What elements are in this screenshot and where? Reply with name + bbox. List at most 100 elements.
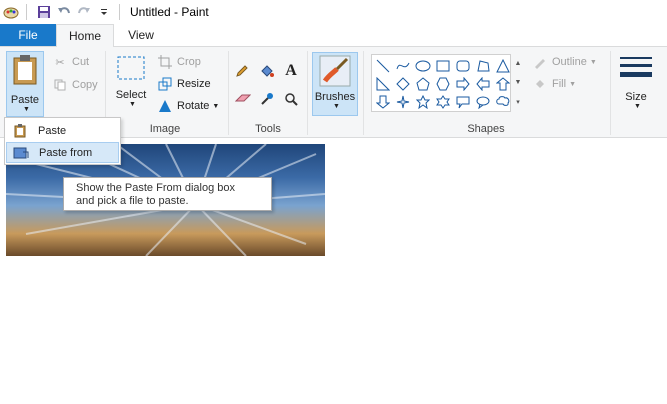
six-point-star-shape[interactable] bbox=[434, 93, 452, 111]
resize-label: Resize bbox=[177, 78, 211, 90]
oval-shape[interactable] bbox=[414, 57, 432, 75]
polygon-shape[interactable] bbox=[474, 57, 492, 75]
rounded-rectangle-shape[interactable] bbox=[454, 57, 472, 75]
tab-file[interactable]: File bbox=[0, 24, 56, 46]
paste-label: Paste bbox=[10, 94, 40, 106]
more-shapes-icon[interactable]: ▾ bbox=[516, 98, 520, 106]
copy-button[interactable]: Copy bbox=[52, 75, 98, 95]
window-title: Untitled - Paint bbox=[130, 5, 209, 19]
brushes-button[interactable]: Brushes ▼ bbox=[312, 52, 358, 116]
rectangle-shape[interactable] bbox=[434, 57, 452, 75]
image-group-label: Image bbox=[149, 123, 181, 135]
quick-access-toolbar bbox=[0, 0, 126, 24]
right-arrow-shape[interactable] bbox=[454, 75, 472, 93]
save-icon[interactable] bbox=[35, 3, 53, 21]
shapes-group-label: Shapes bbox=[467, 123, 505, 135]
diamond-shape[interactable] bbox=[394, 75, 412, 93]
five-point-star-shape[interactable] bbox=[414, 93, 432, 111]
text-tool[interactable]: A bbox=[283, 61, 303, 81]
paste-from-tooltip: Show the Paste From dialog box and pick … bbox=[63, 177, 272, 211]
ribbon-tabs: File Home View bbox=[0, 24, 667, 47]
eyedropper-icon bbox=[259, 91, 275, 107]
chevron-down-icon: ▼ bbox=[212, 102, 220, 110]
group-separator bbox=[610, 51, 611, 135]
select-icon bbox=[117, 56, 145, 80]
up-arrow-shape[interactable] bbox=[494, 75, 512, 93]
menu-item-paste-from[interactable]: Paste from bbox=[6, 142, 119, 163]
cut-button[interactable]: ✂ Cut bbox=[52, 52, 89, 72]
outline-button[interactable]: Outline ▼ bbox=[532, 52, 597, 72]
tooltip-line-2: and pick a file to paste. bbox=[76, 195, 189, 207]
clipboard-icon bbox=[13, 55, 37, 85]
color-picker-tool[interactable] bbox=[259, 89, 279, 109]
menu-item-paste[interactable]: Paste bbox=[6, 120, 119, 141]
cut-label: Cut bbox=[72, 56, 90, 68]
paste-button[interactable]: Paste ▼ bbox=[6, 51, 44, 117]
rectangular-callout-shape[interactable] bbox=[454, 93, 472, 111]
redo-icon[interactable] bbox=[75, 3, 93, 21]
line-width-icon bbox=[620, 57, 652, 77]
customize-quick-access-icon[interactable] bbox=[95, 3, 113, 21]
chevron-down-icon: ▼ bbox=[569, 80, 576, 88]
eraser-tool[interactable] bbox=[235, 89, 255, 109]
tooltip-line-1: Show the Paste From dialog box bbox=[76, 182, 235, 194]
curve-shape[interactable] bbox=[394, 57, 412, 75]
tab-view[interactable]: View bbox=[116, 24, 166, 46]
scissors-icon: ✂ bbox=[55, 56, 65, 69]
group-separator bbox=[363, 51, 364, 135]
scroll-down-icon[interactable]: ▼ bbox=[515, 79, 522, 86]
outline-icon bbox=[532, 54, 548, 70]
text-icon: A bbox=[285, 62, 297, 79]
copy-label: Copy bbox=[72, 79, 98, 91]
resize-icon bbox=[157, 76, 173, 92]
rotate-icon bbox=[157, 98, 173, 114]
oval-callout-shape[interactable] bbox=[474, 93, 492, 111]
paste-from-icon bbox=[13, 145, 29, 161]
fill-button[interactable]: Fill ▼ bbox=[532, 74, 576, 94]
chevron-down-icon: ▼ bbox=[634, 103, 641, 110]
resize-button[interactable]: Resize bbox=[157, 74, 211, 94]
chevron-down-icon: ▼ bbox=[129, 101, 136, 108]
fill-icon bbox=[532, 76, 548, 92]
crop-label: Crop bbox=[177, 56, 201, 68]
separator bbox=[26, 4, 27, 20]
pencil-icon bbox=[235, 63, 249, 79]
tools-group-label: Tools bbox=[255, 123, 281, 135]
magnifier-tool[interactable] bbox=[283, 89, 303, 109]
eraser-icon bbox=[235, 91, 251, 107]
four-point-star-shape[interactable] bbox=[394, 93, 412, 111]
crop-icon bbox=[157, 54, 173, 70]
rotate-button[interactable]: Rotate ▼ bbox=[157, 96, 219, 116]
separator bbox=[119, 4, 120, 20]
scroll-up-icon[interactable]: ▲ bbox=[515, 60, 522, 67]
fill-tool[interactable] bbox=[259, 61, 279, 81]
title-bar: Untitled - Paint bbox=[0, 0, 667, 24]
select-button[interactable]: Select ▼ bbox=[113, 55, 149, 108]
fill-label: Fill bbox=[552, 78, 567, 90]
group-separator bbox=[228, 51, 229, 135]
down-arrow-shape[interactable] bbox=[374, 93, 392, 111]
pencil-tool[interactable] bbox=[235, 61, 253, 81]
rotate-label: Rotate bbox=[177, 100, 210, 112]
size-label: Size bbox=[625, 91, 647, 103]
menu-paste-label: Paste bbox=[38, 124, 67, 137]
line-shape[interactable] bbox=[374, 57, 392, 75]
left-arrow-shape[interactable] bbox=[474, 75, 492, 93]
select-label: Select bbox=[115, 89, 147, 101]
hexagon-shape[interactable] bbox=[434, 75, 452, 93]
size-button[interactable]: Size ▼ bbox=[616, 55, 656, 110]
paste-dropdown-menu: Paste Paste from bbox=[4, 117, 121, 165]
shapes-scroll[interactable]: ▲ ▼ ▾ bbox=[512, 54, 524, 112]
shapes-gallery bbox=[371, 54, 511, 112]
triangle-shape[interactable] bbox=[494, 57, 512, 75]
cloud-callout-shape[interactable] bbox=[494, 93, 512, 111]
paint-bucket-icon bbox=[259, 63, 275, 79]
crop-button[interactable]: Crop bbox=[157, 52, 201, 72]
group-separator bbox=[307, 51, 308, 135]
right-triangle-shape[interactable] bbox=[374, 75, 392, 93]
brushes-label: Brushes bbox=[314, 91, 356, 103]
tab-home[interactable]: Home bbox=[56, 24, 114, 47]
paint-app-icon[interactable] bbox=[2, 3, 20, 21]
pentagon-shape[interactable] bbox=[414, 75, 432, 93]
undo-icon[interactable] bbox=[55, 3, 73, 21]
